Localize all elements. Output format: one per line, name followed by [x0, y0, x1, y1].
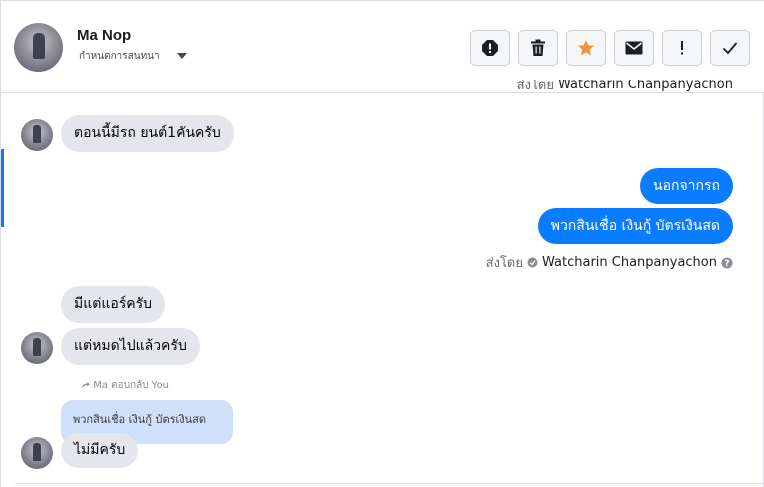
- reply-meta: Ma ตอบกลับ You: [81, 378, 169, 393]
- conversation-schedule-label[interactable]: กำหนดการสนทนา: [79, 49, 160, 64]
- sent-by-line: ส่งโดย Watcharin Chanpanyachon: [517, 80, 733, 93]
- exclamation-icon: [681, 41, 683, 55]
- incoming-message[interactable]: ไม่มีครับ: [61, 433, 139, 468]
- contact-avatar-small[interactable]: [21, 119, 53, 151]
- conversation-panel: Ma Nop กำหนดการสนทนา ส่งโดย Watcharin Ch…: [0, 0, 764, 487]
- sent-by-prefix: ส่งโดย: [516, 80, 554, 93]
- sent-by-prefix: ส่งโดย: [485, 256, 523, 271]
- envelope-icon: [625, 41, 643, 55]
- outgoing-message[interactable]: พวกสินเชื่อ เงินกู้ บัตรเงินสด: [537, 208, 733, 244]
- star-button[interactable]: [566, 30, 606, 66]
- delete-button[interactable]: [518, 30, 558, 66]
- check-icon: [722, 42, 738, 55]
- follow-up-button[interactable]: [662, 30, 702, 66]
- outgoing-message[interactable]: นอกจากรถ: [640, 168, 733, 204]
- mark-unread-button[interactable]: [614, 30, 654, 66]
- trash-icon: [531, 39, 545, 56]
- help-icon[interactable]: ?: [721, 257, 733, 269]
- incoming-message[interactable]: มีแต่แอร์ครับ: [61, 286, 166, 323]
- reply-meta-text: Ma ตอบกลับ You: [93, 380, 169, 391]
- incoming-message[interactable]: แต่หมดไปแล้วครับ: [61, 328, 200, 365]
- contact-avatar[interactable]: [14, 23, 63, 72]
- mark-done-button[interactable]: [710, 30, 750, 66]
- sent-by-sender[interactable]: Watcharin Chanpanyachon: [542, 255, 717, 270]
- sent-by-sender: Watcharin Chanpanyachon: [558, 80, 733, 92]
- alert-icon: [482, 40, 498, 56]
- mark-spam-button[interactable]: [470, 30, 510, 66]
- contact-avatar-small[interactable]: [21, 437, 53, 469]
- contact-avatar-small[interactable]: [21, 332, 53, 364]
- previous-sent-by-clipped: ส่งโดย Watcharin Chanpanyachon: [1, 80, 764, 93]
- sent-by-line: ส่งโดย Watcharin Chanpanyachon ?: [486, 252, 733, 273]
- caret-down-icon[interactable]: [177, 53, 187, 59]
- selection-indicator: [1, 149, 4, 227]
- svg-text:?: ?: [724, 259, 729, 269]
- composer-top-edge: [15, 483, 764, 487]
- star-icon: [578, 40, 594, 56]
- incoming-message[interactable]: ตอนนี้มีรถ ยนต์1คันครับ: [61, 115, 234, 152]
- contact-name[interactable]: Ma Nop: [77, 27, 131, 44]
- reply-arrow-icon: [82, 381, 90, 388]
- sender-badge-icon: [527, 257, 538, 268]
